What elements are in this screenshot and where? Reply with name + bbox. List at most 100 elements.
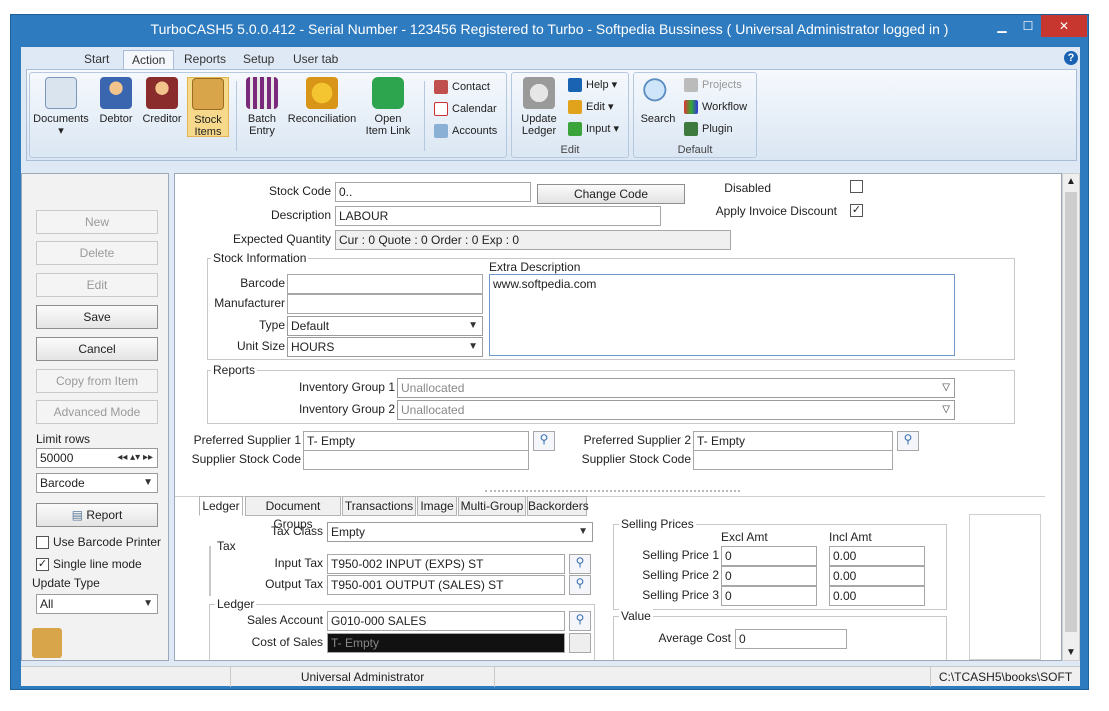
- limit-rows-input[interactable]: 50000 ◂◂ ▴▾ ▸▸: [36, 448, 158, 468]
- tax-class-select[interactable]: Empty ▼: [327, 522, 593, 542]
- selling-price-2-excl[interactable]: 0: [721, 566, 817, 586]
- contact-button[interactable]: Contact: [432, 77, 490, 97]
- open-item-link-button[interactable]: Open Item Link: [360, 77, 416, 137]
- calendar-button[interactable]: Calendar: [432, 99, 497, 119]
- selling-price-3-incl[interactable]: 0.00: [829, 586, 925, 606]
- cost-of-sales-input[interactable]: T- Empty: [327, 633, 565, 653]
- lookup-icon[interactable]: ⚲: [897, 431, 919, 451]
- manufacturer-input[interactable]: [287, 294, 483, 314]
- tab-reports[interactable]: Reports: [176, 50, 234, 70]
- status-bar: Universal Administrator C:\TCASH5\books\…: [21, 666, 1080, 687]
- close-button[interactable]: ✕: [1041, 15, 1087, 37]
- selling-price-2-incl[interactable]: 0.00: [829, 566, 925, 586]
- sales-account-input[interactable]: G010-000 SALES: [327, 611, 565, 631]
- type-select[interactable]: Default ▼: [287, 316, 483, 336]
- average-cost-input[interactable]: 0: [735, 629, 847, 649]
- output-tax-input[interactable]: T950-001 OUTPUT (SALES) ST: [327, 575, 565, 595]
- supplier-stock-code-1-input[interactable]: [303, 450, 529, 470]
- single-line-mode-checkbox[interactable]: ✓: [36, 558, 49, 571]
- creditor-button[interactable]: Creditor: [140, 77, 184, 125]
- disabled-checkbox[interactable]: [850, 180, 863, 193]
- lookup-icon[interactable]: ⚲: [533, 431, 555, 451]
- tab-transactions[interactable]: Transactions: [342, 496, 416, 516]
- plugin-button[interactable]: Plugin: [682, 119, 733, 139]
- extra-description-textarea[interactable]: www.softpedia.com: [489, 274, 955, 356]
- help-menu-button[interactable]: Help ▾: [566, 75, 617, 95]
- batch-entry-button[interactable]: Batch Entry: [242, 77, 282, 137]
- apply-invoice-discount-checkbox[interactable]: ✓: [850, 204, 863, 217]
- tab-multi-group[interactable]: Multi-Group: [458, 496, 526, 516]
- selling-price-1-incl[interactable]: 0.00: [829, 546, 925, 566]
- documents-button[interactable]: Documents ▾: [32, 77, 90, 137]
- edit-menu-button[interactable]: Edit ▾: [566, 97, 614, 117]
- description-input[interactable]: LABOUR: [335, 206, 661, 226]
- unit-size-select[interactable]: HOURS ▼: [287, 337, 483, 357]
- scroll-up-icon[interactable]: ▲: [1063, 176, 1079, 187]
- inventory-group-1-select[interactable]: Unallocated ▽: [397, 378, 955, 398]
- tax-group: [209, 546, 211, 596]
- input-menu-button[interactable]: Input ▾: [566, 119, 619, 139]
- stock-items-button[interactable]: Stock Items: [187, 77, 229, 138]
- inventory-group-2-select[interactable]: Unallocated ▽: [397, 400, 955, 420]
- tab-start[interactable]: Start: [76, 50, 117, 70]
- help-icon[interactable]: ?: [1064, 51, 1078, 65]
- supplier-stock-code-2-label: Supplier Stock Code: [581, 452, 691, 466]
- projects-label: Projects: [702, 79, 742, 91]
- pencil-icon: [568, 100, 582, 114]
- ledger-label: Ledger: [215, 597, 257, 611]
- change-code-button[interactable]: Change Code: [537, 184, 685, 204]
- tab-action[interactable]: Action: [123, 50, 175, 70]
- calendar-icon: [434, 102, 448, 116]
- sort-select[interactable]: Barcode ▼: [36, 473, 158, 493]
- selling-price-3-excl[interactable]: 0: [721, 586, 817, 606]
- left-panel: New Delete Edit Save Cancel Copy from It…: [21, 173, 169, 661]
- tax-label: Tax: [215, 539, 238, 553]
- splitter-handle[interactable]: [485, 490, 740, 494]
- scroll-down-icon[interactable]: ▼: [1063, 647, 1079, 658]
- maximize-button[interactable]: ☐: [1015, 15, 1041, 37]
- tab-document-groups[interactable]: Document Groups: [245, 496, 341, 531]
- preferred-supplier-2-input[interactable]: T- Empty: [693, 431, 893, 451]
- update-type-select[interactable]: All ▼: [36, 594, 158, 614]
- debtor-button[interactable]: Debtor: [94, 77, 138, 125]
- supplier-stock-code-2-input[interactable]: [693, 450, 893, 470]
- edit-button[interactable]: Edit: [36, 273, 158, 297]
- selling-price-1-excl[interactable]: 0: [721, 546, 817, 566]
- input-tax-input[interactable]: T950-002 INPUT (EXPS) ST: [327, 554, 565, 574]
- tab-backorders[interactable]: Backorders: [527, 496, 589, 516]
- reconciliation-button[interactable]: Reconciliation: [286, 77, 358, 125]
- projects-button[interactable]: Projects: [682, 75, 742, 95]
- stock-code-input[interactable]: 0..: [335, 182, 531, 202]
- use-barcode-printer-checkbox[interactable]: [36, 536, 49, 549]
- accounts-button[interactable]: Accounts: [432, 121, 497, 141]
- plugin-label: Plugin: [702, 123, 733, 135]
- vertical-scrollbar[interactable]: ▲ ▼: [1062, 173, 1080, 661]
- selling-prices-label: Selling Prices: [619, 517, 696, 531]
- lookup-icon[interactable]: ⚲: [569, 575, 591, 595]
- save-button[interactable]: Save: [36, 305, 158, 329]
- update-ledger-button[interactable]: Update Ledger: [514, 77, 564, 137]
- lookup-button[interactable]: [569, 633, 591, 653]
- lookup-icon[interactable]: ⚲: [569, 554, 591, 574]
- tab-ledger[interactable]: Ledger: [199, 496, 243, 516]
- delete-button[interactable]: Delete: [36, 241, 158, 265]
- stepper-icon[interactable]: ◂◂ ▴▾ ▸▸: [117, 449, 153, 467]
- workflow-button[interactable]: Workflow: [682, 97, 747, 117]
- tab-user[interactable]: User tab: [285, 50, 346, 70]
- report-button[interactable]: ▤ Report: [36, 503, 158, 527]
- tab-setup[interactable]: Setup: [235, 50, 282, 70]
- copy-from-item-button[interactable]: Copy from Item: [36, 369, 158, 393]
- lookup-icon[interactable]: ⚲: [569, 611, 591, 631]
- preferred-supplier-1-input[interactable]: T- Empty: [303, 431, 529, 451]
- scrollbar-thumb[interactable]: [1065, 192, 1077, 632]
- tab-image[interactable]: Image: [417, 496, 457, 516]
- inventory-group-1-label: Inventory Group 1: [298, 380, 395, 394]
- input-tax-label: Input Tax: [274, 556, 323, 570]
- advanced-mode-button[interactable]: Advanced Mode: [36, 400, 158, 424]
- new-button[interactable]: New: [36, 210, 158, 234]
- separator: [424, 81, 425, 151]
- search-button[interactable]: Search: [636, 77, 680, 125]
- barcode-input[interactable]: [287, 274, 483, 294]
- minimize-button[interactable]: ▁: [989, 15, 1015, 37]
- cancel-button[interactable]: Cancel: [36, 337, 158, 361]
